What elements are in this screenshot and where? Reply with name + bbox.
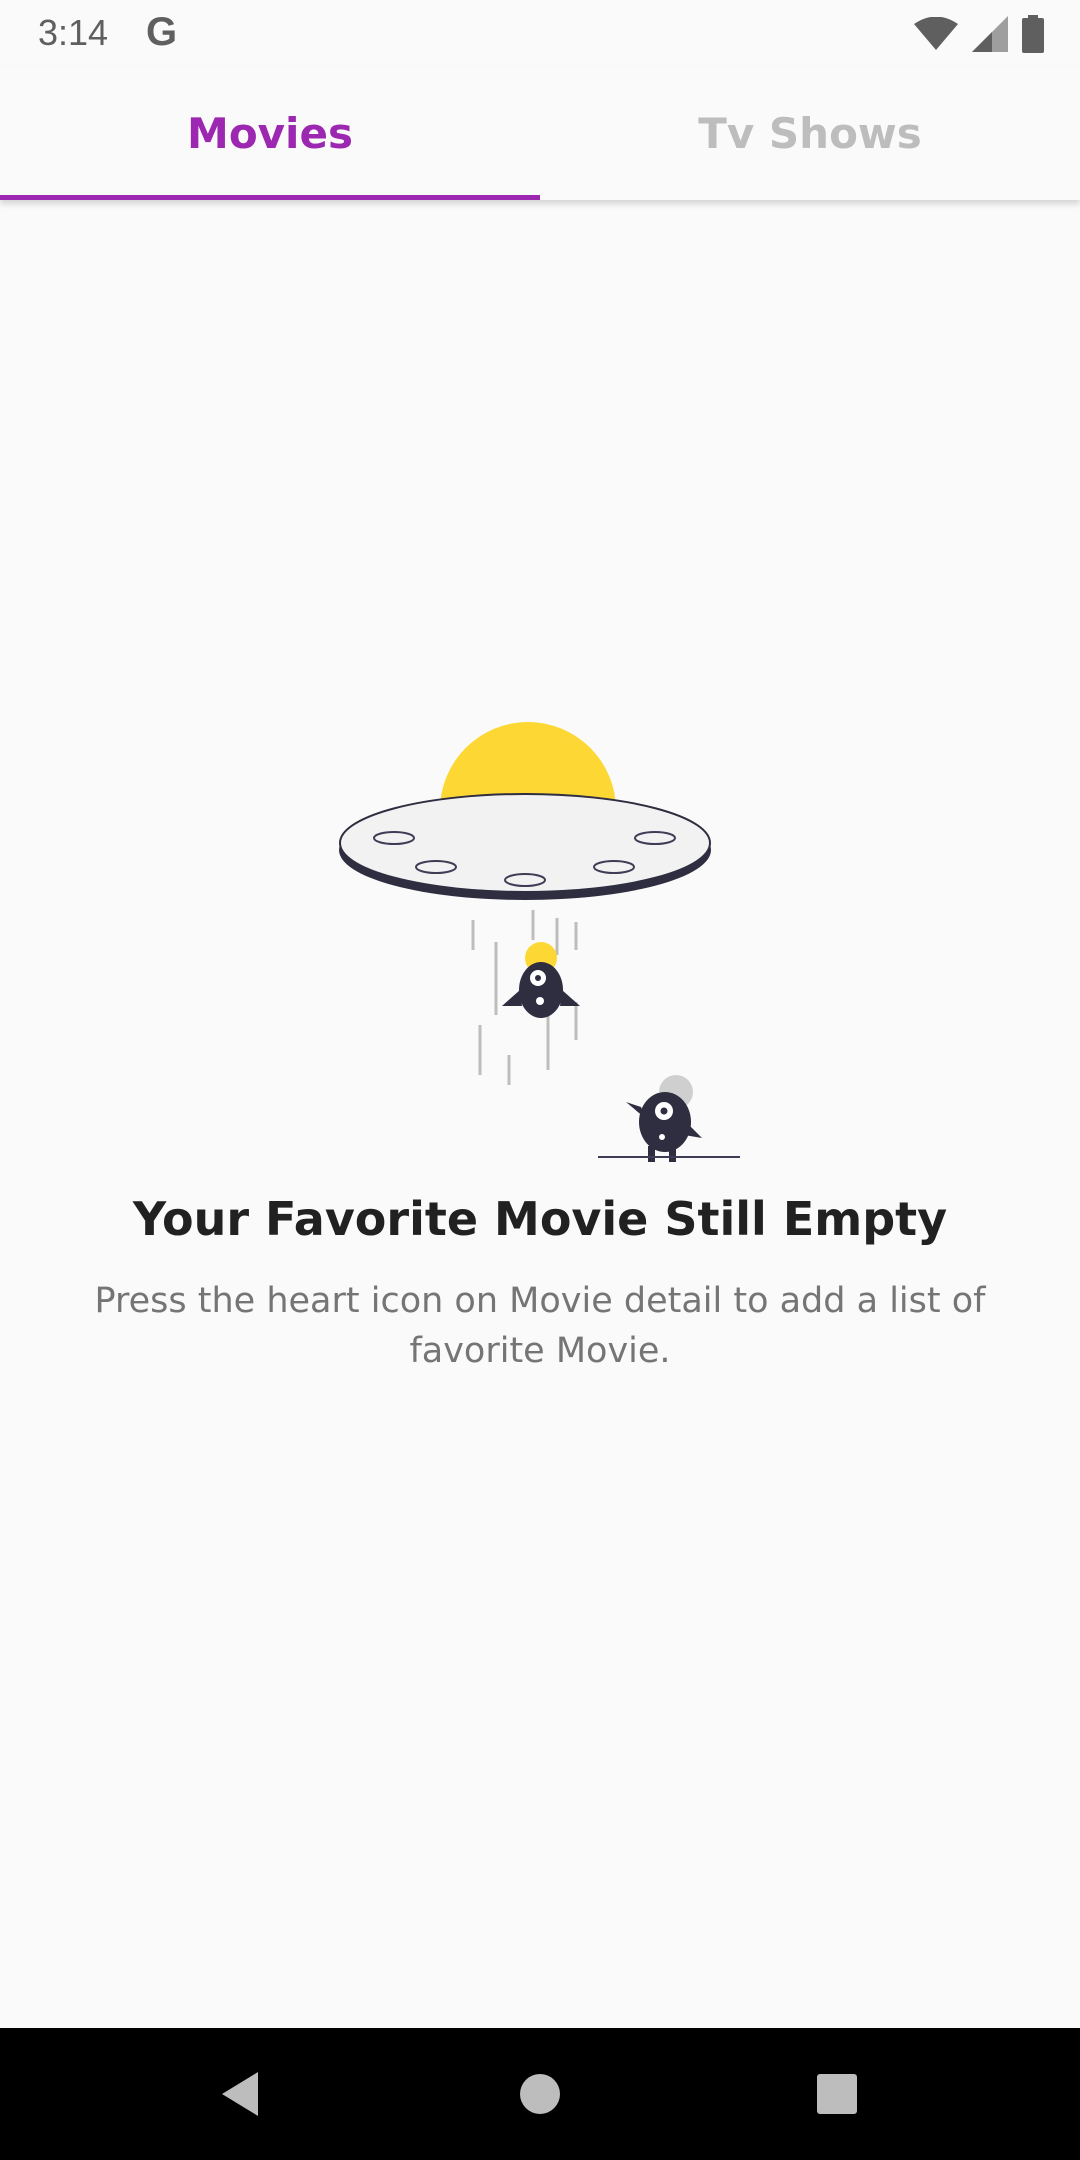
recents-button[interactable] — [777, 2028, 897, 2160]
google-icon: G — [146, 10, 178, 54]
battery-icon — [1022, 15, 1044, 53]
status-icons — [914, 14, 1044, 54]
empty-state-description: Press the heart icon on Movie detail to … — [94, 1281, 986, 1371]
ground-creature — [598, 1075, 740, 1162]
ufo-abduction-illustration — [339, 722, 740, 1162]
home-icon — [520, 2074, 560, 2114]
tab-tv-shows[interactable]: Tv Shows — [540, 66, 1080, 200]
tab-indicator — [0, 195, 540, 200]
back-icon — [222, 2072, 258, 2116]
status-time: 3:14 — [38, 12, 109, 53]
signal-icon — [972, 16, 1008, 52]
recents-icon — [817, 2074, 857, 2114]
tab-tv-shows-label: Tv Shows — [698, 108, 922, 158]
tab-movies-label: Movies — [187, 108, 353, 158]
empty-state-title: Your Favorite Movie Still Empty — [132, 1192, 948, 1246]
back-button[interactable] — [180, 2028, 300, 2160]
navigation-bar — [0, 2028, 1080, 2160]
tab-bar: Movies Tv Shows — [0, 66, 1080, 200]
status-bar: 3:14 G — [0, 0, 1080, 66]
wifi-icon — [914, 17, 958, 50]
tab-movies[interactable]: Movies — [0, 66, 540, 200]
home-button[interactable] — [480, 2028, 600, 2160]
floating-creature — [502, 942, 580, 1018]
